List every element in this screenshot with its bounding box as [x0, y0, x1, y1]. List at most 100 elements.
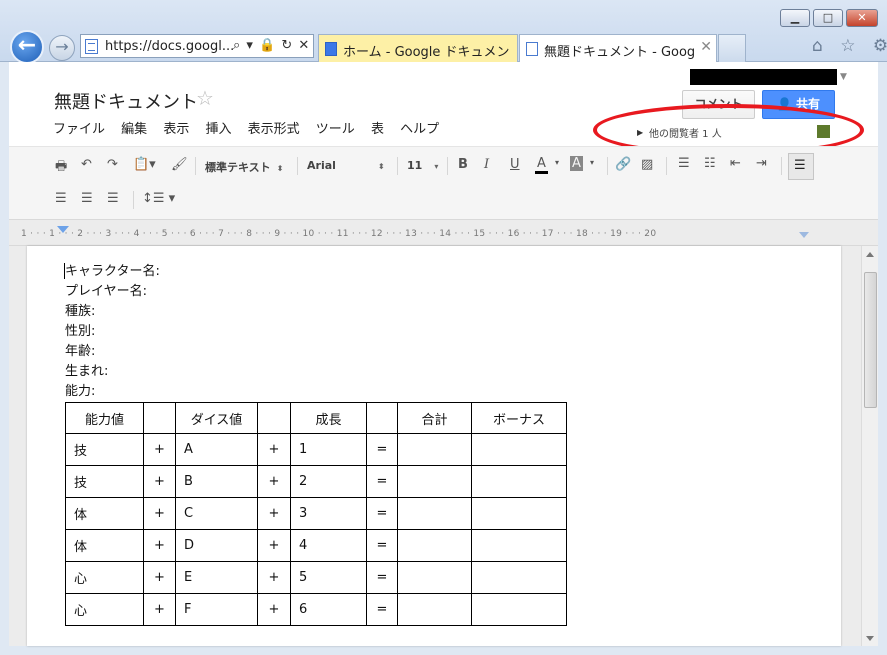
underline-icon[interactable]: U: [510, 157, 520, 172]
paste-icon[interactable]: 📋▾: [133, 157, 156, 172]
chevron-down-icon[interactable]: ▼: [840, 72, 847, 82]
minimize-button[interactable]: ▁: [780, 9, 810, 27]
decrease-indent-icon[interactable]: ⇤: [730, 156, 741, 171]
table-cell[interactable]: F: [175, 593, 258, 626]
table-cell[interactable]: +: [143, 465, 176, 498]
right-indent-marker[interactable]: [799, 232, 809, 238]
line-race[interactable]: 種族:: [65, 302, 160, 322]
text-color-icon[interactable]: A: [535, 156, 548, 174]
document-title[interactable]: 無題ドキュメント: [54, 88, 198, 114]
tab-home-google-docs[interactable]: ホーム - Google ドキュメント: [318, 34, 518, 62]
ability-table[interactable]: 能力値 ダイス値 成長 合計 ボーナス技 + A +1 = 技 + B +2 = 体 + C +3 = 体 + D +4 = 心…: [65, 402, 567, 626]
table-cell[interactable]: [366, 402, 398, 434]
table-cell[interactable]: 3: [290, 497, 367, 530]
table-cell[interactable]: 成長: [290, 402, 367, 434]
table-cell[interactable]: =: [366, 465, 398, 498]
table-cell[interactable]: B: [175, 465, 258, 498]
line-character-name[interactable]: キャラクター名:: [65, 262, 160, 282]
table-cell[interactable]: +: [257, 561, 291, 594]
chevron-down-icon[interactable]: ▾: [590, 158, 594, 167]
print-icon[interactable]: 🖶: [55, 157, 67, 179]
bold-icon[interactable]: B: [458, 157, 468, 172]
table-cell[interactable]: +: [257, 497, 291, 530]
table-cell[interactable]: 心: [65, 561, 144, 594]
table-cell[interactable]: 合計: [397, 402, 472, 434]
menu-table[interactable]: 表: [371, 118, 384, 137]
table-cell[interactable]: 体: [65, 529, 144, 562]
table-cell[interactable]: [397, 497, 472, 530]
line-player-name[interactable]: プレイヤー名:: [65, 282, 160, 302]
table-cell[interactable]: [471, 561, 567, 594]
tab-untitled-document[interactable]: 無題ドキュメント - Googl... ✕: [519, 34, 717, 62]
line-ability[interactable]: 能力:: [65, 382, 160, 402]
table-cell[interactable]: [471, 593, 567, 626]
table-cell[interactable]: =: [366, 497, 398, 530]
address-text[interactable]: https://docs.googl...: [105, 39, 234, 54]
left-indent-marker[interactable]: [57, 226, 69, 233]
table-cell[interactable]: =: [366, 433, 398, 466]
maximize-button[interactable]: □: [813, 9, 843, 27]
table-cell[interactable]: 能力値: [65, 402, 144, 434]
link-icon[interactable]: 🔗: [615, 157, 631, 172]
scroll-down-icon[interactable]: [866, 636, 874, 641]
table-cell[interactable]: C: [175, 497, 258, 530]
align-center-icon[interactable]: ☰: [55, 191, 67, 206]
paint-format-icon[interactable]: 🖌: [171, 157, 188, 172]
table-cell[interactable]: [471, 465, 567, 498]
table-cell[interactable]: 5: [290, 561, 367, 594]
vertical-scrollbar[interactable]: [861, 246, 878, 646]
table-cell[interactable]: ボーナス: [471, 402, 567, 434]
justify-icon[interactable]: ☰: [107, 191, 119, 206]
table-cell[interactable]: 技: [65, 433, 144, 466]
redo-icon[interactable]: ↷: [107, 157, 118, 172]
align-right-icon[interactable]: ☰: [81, 191, 93, 206]
star-icon[interactable]: ☆: [196, 86, 214, 110]
table-cell[interactable]: [471, 529, 567, 562]
scroll-thumb[interactable]: [864, 272, 877, 408]
chevron-down-icon[interactable]: ▾: [555, 158, 559, 167]
font-select[interactable]: Arial ⬍: [307, 159, 385, 172]
table-cell[interactable]: +: [143, 497, 176, 530]
undo-icon[interactable]: ↶: [81, 157, 92, 172]
menu-edit[interactable]: 編集: [121, 118, 147, 137]
table-cell[interactable]: 体: [65, 497, 144, 530]
menu-tools[interactable]: ツール: [316, 118, 355, 137]
back-button[interactable]: ←: [10, 30, 44, 64]
highlight-color-icon[interactable]: A: [570, 156, 583, 171]
font-size-select[interactable]: 11 ▾: [407, 159, 438, 172]
table-cell[interactable]: [143, 402, 176, 434]
new-tab-button[interactable]: [718, 34, 746, 62]
address-tools-icons[interactable]: ⌕ ▾ 🔒 ↻ ✕: [233, 38, 310, 53]
line-spacing-icon[interactable]: ↕☰ ▾: [142, 191, 175, 206]
table-cell[interactable]: =: [366, 529, 398, 562]
table-cell[interactable]: 心: [65, 593, 144, 626]
table-cell[interactable]: [397, 465, 472, 498]
table-cell[interactable]: +: [257, 465, 291, 498]
table-cell[interactable]: 技: [65, 465, 144, 498]
document-page[interactable]: キャラクター名: プレイヤー名: 種族: 性別: 年齢: 生まれ: 能力: 能力…: [27, 246, 841, 646]
numbered-list-icon[interactable]: ☰: [678, 156, 690, 171]
bulleted-list-icon[interactable]: ☷: [704, 156, 716, 171]
line-birth[interactable]: 生まれ:: [65, 362, 160, 382]
table-cell[interactable]: ダイス値: [175, 402, 258, 434]
table-cell[interactable]: [257, 402, 291, 434]
table-cell[interactable]: D: [175, 529, 258, 562]
table-cell[interactable]: =: [366, 593, 398, 626]
menu-file[interactable]: ファイル: [53, 118, 105, 137]
align-left-button[interactable]: ☰: [788, 153, 814, 180]
table-cell[interactable]: +: [257, 433, 291, 466]
table-cell[interactable]: +: [143, 529, 176, 562]
table-cell[interactable]: [397, 433, 472, 466]
table-cell[interactable]: [471, 497, 567, 530]
home-favorites-settings-icons[interactable]: ⌂ ☆ ⚙: [812, 36, 887, 56]
table-cell[interactable]: +: [257, 593, 291, 626]
forward-button[interactable]: →: [49, 35, 75, 61]
line-age[interactable]: 年齢:: [65, 342, 160, 362]
menu-help[interactable]: ヘルプ: [400, 118, 439, 137]
address-bar[interactable]: https://docs.googl... ⌕ ▾ 🔒 ↻ ✕: [80, 34, 314, 58]
table-cell[interactable]: 4: [290, 529, 367, 562]
table-cell[interactable]: [397, 561, 472, 594]
table-cell[interactable]: [471, 433, 567, 466]
table-cell[interactable]: E: [175, 561, 258, 594]
table-cell[interactable]: A: [175, 433, 258, 466]
